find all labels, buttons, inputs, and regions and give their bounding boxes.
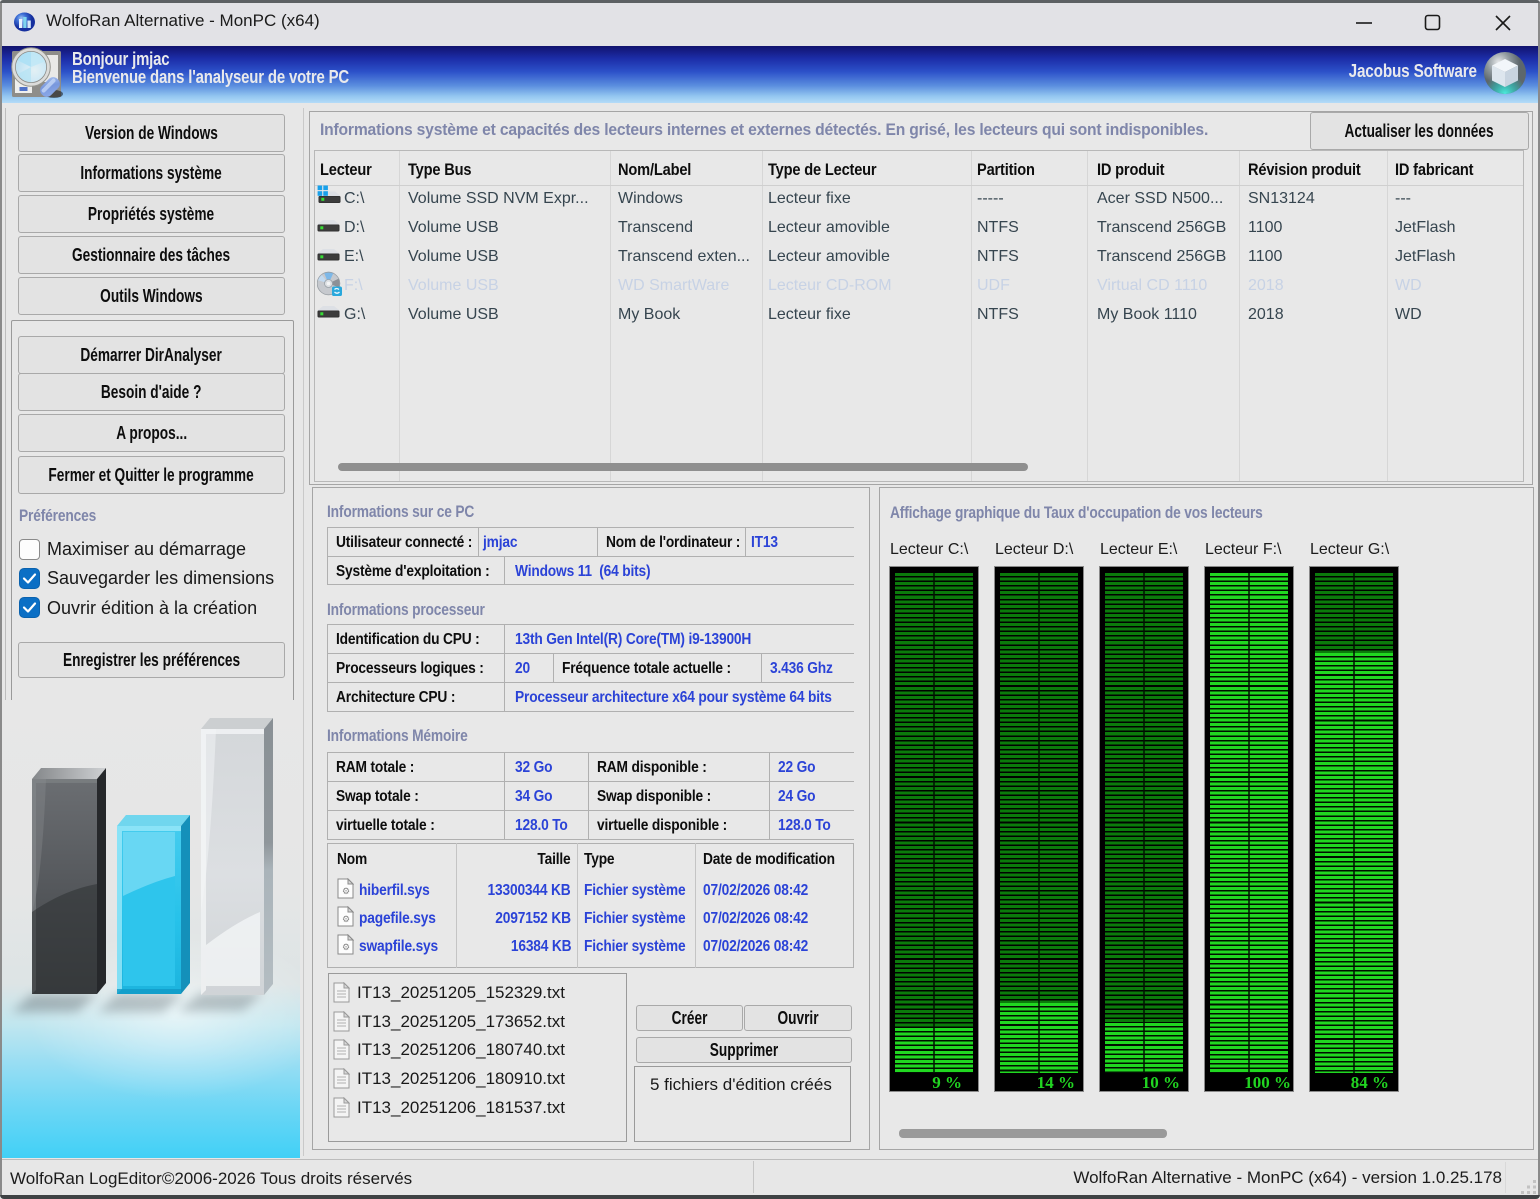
svg-text:⚙: ⚙ [342, 914, 350, 924]
svg-text:⚙: ⚙ [342, 886, 350, 896]
svg-text:⚙: ⚙ [342, 942, 350, 952]
